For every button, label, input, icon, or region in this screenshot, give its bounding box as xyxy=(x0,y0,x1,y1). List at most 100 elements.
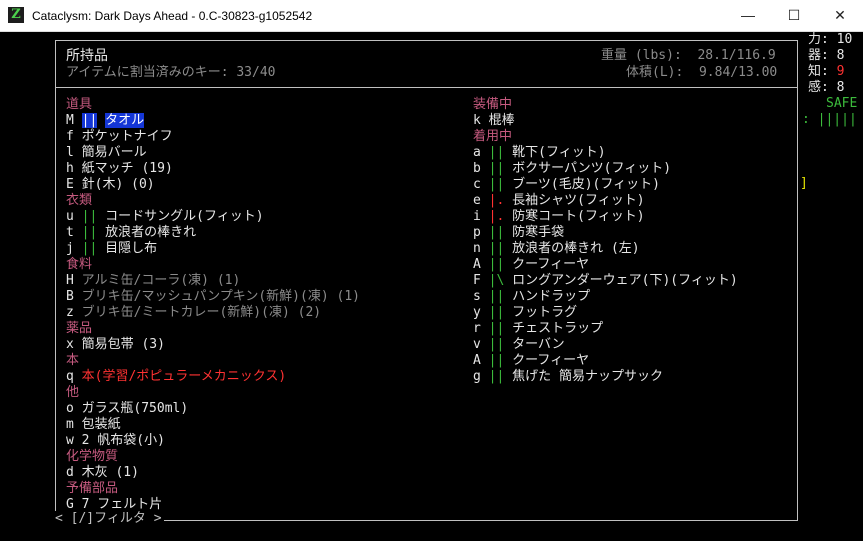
item-hotkey: t xyxy=(66,225,82,240)
inventory-item[interactable]: o ガラス瓶(750ml) xyxy=(66,401,188,417)
item-hotkey: p xyxy=(473,225,489,240)
item-name: クーフィーヤ xyxy=(512,257,590,272)
item-hotkey: M xyxy=(66,113,82,128)
item-condition-marker: || xyxy=(81,113,98,128)
inventory-item[interactable]: F |\ ロングアンダーウェア(下)(フィット) xyxy=(473,273,738,289)
inventory-item[interactable]: p || 防寒手袋 xyxy=(473,225,564,241)
inventory-item[interactable]: y || フットラグ xyxy=(473,305,577,321)
item-name: 靴下(フィット) xyxy=(512,145,606,160)
item-name: 目隠し布 xyxy=(105,241,158,256)
category-header: 衣類 xyxy=(66,193,93,208)
item-hotkey: b xyxy=(473,161,489,176)
item-hotkey: c xyxy=(473,177,489,192)
inventory-item[interactable]: z ブリキ缶/ミートカレー(新鮮)(凍) (2) xyxy=(66,305,321,321)
item-hotkey: B xyxy=(66,289,82,304)
stat-3: 感: 8 xyxy=(808,80,844,96)
stat-value: 10 xyxy=(836,32,853,47)
inventory-item[interactable]: v || ターバン xyxy=(473,337,565,353)
inventory-item[interactable]: l 簡易バール xyxy=(66,145,147,161)
item-name: 防寒コート(フィット) xyxy=(512,209,645,224)
stat-1: 器: 8 xyxy=(808,48,844,64)
inventory-item[interactable]: x 簡易包帯 (3) xyxy=(66,337,165,353)
item-name: 放浪者の棒きれ (左) xyxy=(512,241,640,256)
item-condition-marker: || xyxy=(81,225,98,240)
inventory-item[interactable]: B ブリキ缶/マッシュパンプキン(新鮮)(凍) (1) xyxy=(66,289,360,305)
inventory-item[interactable]: H アルミ缶/コーラ(凍) (1) xyxy=(66,273,240,289)
item-name: アルミ缶/コーラ(凍) (1) xyxy=(81,273,241,288)
inventory-window: 所持品 アイテムに割当済みのキー: 33/40 重量 (lbs): 28.1/1… xyxy=(55,40,798,521)
title-bar: Z Cataclysm: Dark Days Ahead - 0.C-30823… xyxy=(0,0,863,32)
inventory-item[interactable]: q 本(学習/ポピュラーメカニックス) xyxy=(66,369,286,385)
inventory-item[interactable]: e |. 長袖シャツ(フィット) xyxy=(473,193,645,209)
item-hotkey: G xyxy=(66,497,82,512)
inventory-item[interactable]: s || ハンドラップ xyxy=(473,289,590,305)
inventory-item[interactable]: m 包装紙 xyxy=(66,417,121,433)
item-name: ガラス瓶(750ml) xyxy=(81,401,189,416)
item-condition-marker: || xyxy=(488,177,505,192)
minimize-button[interactable]: — xyxy=(725,0,771,31)
inventory-item[interactable]: u || コードサングル(フィット) xyxy=(66,209,264,225)
inventory-item[interactable]: a || 靴下(フィット) xyxy=(473,145,606,161)
inventory-item[interactable]: t || 放浪者の棒きれ xyxy=(66,225,196,241)
stat-value: 8 xyxy=(836,80,845,95)
inventory-item[interactable]: r || チェストラップ xyxy=(473,321,603,337)
item-name: 包装紙 xyxy=(81,417,121,432)
inventory-item[interactable]: f ポケットナイフ xyxy=(66,129,173,145)
inventory-item[interactable]: d 木灰 (1) xyxy=(66,465,139,481)
category-header: 着用中 xyxy=(473,129,513,144)
item-hotkey: m xyxy=(66,417,82,432)
item-hotkey: o xyxy=(66,401,82,416)
inventory-title: 所持品 xyxy=(66,48,108,64)
item-hotkey: h xyxy=(66,161,82,176)
item-condition-marker: || xyxy=(488,145,505,160)
inventory-item[interactable]: h 紙マッチ (19) xyxy=(66,161,173,177)
item-hotkey: x xyxy=(66,337,82,352)
item-hotkey: u xyxy=(66,209,82,224)
volume-readout: 体積(L): 9.84/13.00 xyxy=(626,65,778,80)
inventory-item[interactable]: A || クーフィーヤ xyxy=(473,257,589,273)
filter-button[interactable]: < [/]フィルタ > xyxy=(55,511,164,527)
item-name: ブリキ缶/マッシュパンプキン(新鮮)(凍) (1) xyxy=(81,289,360,304)
item-name: コードサングル(フィット) xyxy=(105,209,264,224)
maximize-button[interactable]: ☐ xyxy=(771,0,817,31)
inventory-item[interactable]: j || 目隠し布 xyxy=(66,241,157,257)
item-name: ボクサーパンツ(フィット) xyxy=(512,161,672,176)
close-button[interactable]: ✕ xyxy=(817,0,863,31)
item-name: ハンドラップ xyxy=(512,289,591,304)
inventory-item[interactable]: i |. 防寒コート(フィット) xyxy=(473,209,645,225)
inventory-item[interactable]: E 針(木) (0) xyxy=(66,177,155,193)
item-name: フットラグ xyxy=(512,305,578,320)
stat-label: 器: xyxy=(808,48,837,63)
inventory-item[interactable]: k 棍棒 xyxy=(473,113,515,129)
status-bracket: ] xyxy=(800,176,808,191)
category-header: 食料 xyxy=(66,257,93,272)
item-condition-marker: || xyxy=(488,241,505,256)
inventory-item[interactable]: M || タオル xyxy=(66,113,145,129)
item-name: 2 帆布袋(小) xyxy=(81,433,165,448)
item-condition-marker: || xyxy=(488,353,505,368)
app-icon: Z xyxy=(8,7,24,23)
inventory-item[interactable]: w 2 帆布袋(小) xyxy=(66,433,165,449)
inventory-item[interactable]: A || クーフィーヤ xyxy=(473,353,589,369)
item-hotkey: k xyxy=(473,113,489,128)
item-name: 棍棒 xyxy=(488,113,515,128)
item-condition-marker: || xyxy=(81,209,98,224)
item-name: チェストラップ xyxy=(512,321,604,336)
item-hotkey: H xyxy=(66,273,82,288)
item-name: 紙マッチ (19) xyxy=(81,161,173,176)
inventory-item[interactable]: b || ボクサーパンツ(フィット) xyxy=(473,161,671,177)
item-name: 放浪者の棒きれ xyxy=(105,225,197,240)
stat-value: 9 xyxy=(836,64,845,79)
item-hotkey: A xyxy=(473,257,489,272)
inventory-item[interactable]: n || 放浪者の棒きれ (左) xyxy=(473,241,640,257)
category-header: 予備部品 xyxy=(66,481,119,496)
item-hotkey: g xyxy=(473,369,489,384)
item-condition-marker: || xyxy=(488,321,505,336)
item-condition-marker: || xyxy=(488,161,505,176)
item-condition-marker: |\ xyxy=(488,273,505,288)
item-condition-marker: || xyxy=(488,369,505,384)
inventory-item[interactable]: g || 焦げた 簡易ナップサック xyxy=(473,369,663,385)
inventory-item[interactable]: c || ブーツ(毛皮)(フィット) xyxy=(473,177,660,193)
item-hotkey: F xyxy=(473,273,489,288)
stat-label: 力: xyxy=(808,32,837,47)
